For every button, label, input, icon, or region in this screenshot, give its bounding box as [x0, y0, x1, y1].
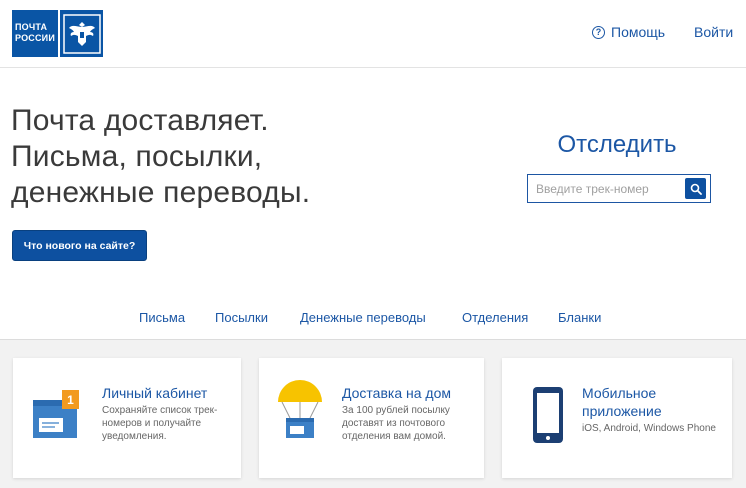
card-description: За 100 рублей посылку доставят из почтов…: [342, 405, 450, 442]
card-title: Мобильное приложение: [582, 385, 662, 419]
pochta-logo[interactable]: ПОЧТА РОССИИ: [12, 10, 103, 57]
nav-item-offices[interactable]: Отделения: [462, 310, 528, 325]
card-description: iOS, Android, Windows Phone: [582, 423, 716, 434]
help-icon: ?: [592, 25, 605, 39]
nav-item-parcels[interactable]: Посылки: [215, 310, 268, 325]
smartphone-icon: [532, 386, 564, 444]
tracking-form: [527, 174, 711, 203]
logo-line-2: РОССИИ: [15, 33, 56, 43]
hero-line-3: денежные переводы.: [11, 176, 311, 209]
logo-line-1: ПОЧТА: [15, 22, 48, 32]
logo-wordmark: ПОЧТА РОССИИ: [12, 10, 58, 57]
hero-line-2: Письма, посылки,: [11, 140, 263, 173]
main-nav: Письма Посылки Денежные переводы Отделен…: [0, 308, 746, 340]
card-personal-account[interactable]: 1 Личный кабинет Сохраняйте список трек-…: [13, 358, 241, 478]
mailbox-icon: 1: [31, 390, 79, 442]
parachute-parcel-icon: [276, 380, 324, 442]
login-link[interactable]: Войти: [694, 24, 733, 40]
help-label: Помощь: [611, 24, 666, 40]
card-title: Доставка на дом: [342, 385, 451, 401]
track-number-input[interactable]: [528, 175, 684, 202]
hero-heading: Почта доставляет. Письма, посылки, денеж…: [11, 103, 431, 211]
nav-item-letters[interactable]: Письма: [139, 310, 185, 325]
tracking-title: Отследить: [557, 131, 677, 158]
track-search-button[interactable]: [685, 178, 706, 199]
card-description: Сохраняйте список трек-номеров и получай…: [102, 405, 218, 442]
nav-item-money-transfers[interactable]: Денежные переводы: [300, 310, 426, 325]
help-link[interactable]: ? Помощь: [592, 24, 665, 40]
card-home-delivery[interactable]: Доставка на дом За 100 рублей посылку до…: [259, 358, 484, 478]
nav-item-forms[interactable]: Бланки: [558, 310, 601, 325]
whats-new-button[interactable]: Что нового на сайте?: [12, 230, 147, 261]
eagle-emblem-icon: [60, 10, 103, 57]
hero-line-1: Почта доставляет.: [11, 104, 269, 137]
svg-text:1: 1: [67, 393, 74, 407]
card-title: Личный кабинет: [102, 385, 208, 401]
search-icon: [690, 183, 702, 195]
card-mobile-app[interactable]: Мобильное приложение iOS, Android, Windo…: [502, 358, 732, 478]
site-header: ПОЧТА РОССИИ ? Помощь Войти: [0, 0, 746, 68]
